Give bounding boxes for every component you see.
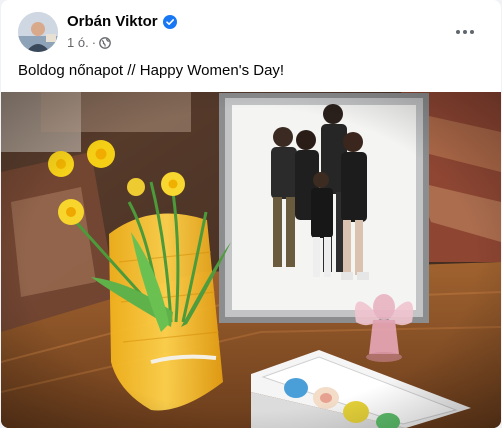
globe-icon[interactable] bbox=[99, 36, 111, 49]
post-meta: 1 ó. · bbox=[67, 35, 111, 50]
post-card: Orbán Viktor 1 ó. · Boldog nőnapot // Ha bbox=[1, 0, 501, 428]
post-header: Orbán Viktor 1 ó. · bbox=[1, 0, 501, 60]
author-name-row: Orbán Viktor bbox=[67, 13, 177, 30]
more-options-icon[interactable] bbox=[447, 18, 483, 46]
verified-badge-icon bbox=[162, 14, 177, 29]
post-text: Boldog nőnapot // Happy Women's Day! bbox=[18, 62, 285, 79]
meta-separator: · bbox=[91, 35, 97, 50]
avatar-image bbox=[18, 12, 58, 52]
photo-illustration bbox=[1, 92, 501, 428]
author-name[interactable]: Orbán Viktor bbox=[67, 13, 158, 30]
post-timestamp[interactable]: 1 ó. bbox=[67, 35, 89, 50]
post-photo[interactable] bbox=[1, 92, 501, 428]
author-avatar[interactable] bbox=[18, 12, 58, 52]
